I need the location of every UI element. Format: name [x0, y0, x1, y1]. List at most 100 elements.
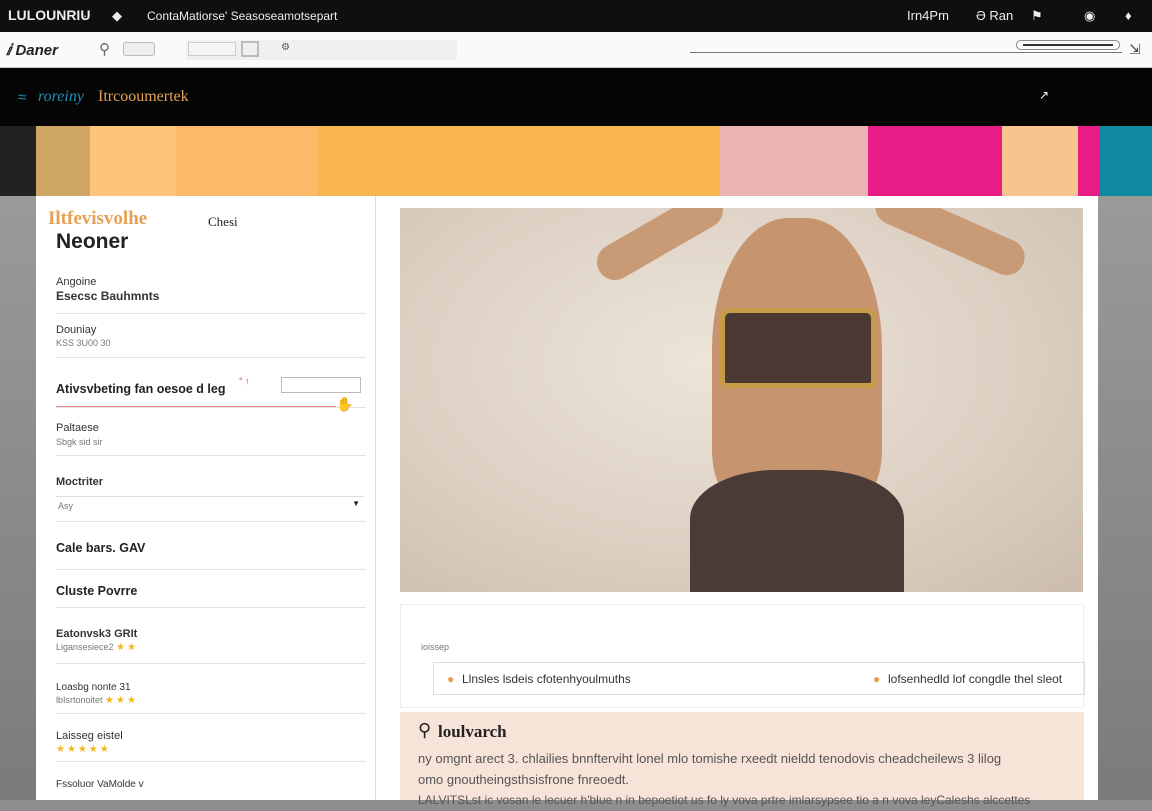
- figure-arm-right: [869, 208, 1031, 281]
- banner-stripe: [1078, 126, 1100, 196]
- list-item[interactable]: Cale bars. GAV: [56, 522, 366, 570]
- item-value: KSS 3U00 30: [56, 338, 111, 348]
- dropdown[interactable]: Asy ▼: [56, 496, 364, 514]
- bullet-icon[interactable]: ♦: [1125, 8, 1132, 23]
- paragraph-line: ny omgnt arect 3. chlailies bnnfterviht …: [418, 751, 1002, 766]
- item-label: Loasbg nonte 31: [56, 682, 131, 693]
- chevron-right-icon[interactable]: ⇲: [1129, 41, 1141, 58]
- section-title: loulvarch: [438, 722, 507, 741]
- app-name: LULOUNRIU: [8, 7, 91, 23]
- brand-tag: Chesi: [208, 214, 238, 229]
- nav-link-home[interactable]: roreiny: [38, 88, 84, 106]
- range-line: [56, 406, 336, 407]
- logo[interactable]: ⅈ Daner: [6, 41, 58, 59]
- filter-label: Ativsvbeting fan oesoe d leg: [56, 382, 226, 396]
- banner-stripe: [176, 126, 318, 196]
- external-arrow-icon[interactable]: ↗: [1039, 88, 1049, 102]
- paragraph-line: LALVITSLst ic vosan le lecuer h'blue n i…: [418, 793, 1031, 807]
- progress-line: [690, 52, 1122, 53]
- flag-icon[interactable]: ⚑: [1031, 8, 1043, 24]
- diamond-icon[interactable]: ◆: [112, 8, 122, 24]
- highlights-panel: ioissep ● Llnsles lsdeis cfotenhyoulmuth…: [400, 604, 1085, 708]
- search-icon: ⚲: [418, 720, 432, 740]
- highlight-right: lofsenhedld lof congdle thel sleot: [888, 672, 1063, 686]
- item-label: Douniay: [56, 324, 97, 336]
- chevron-down-icon[interactable]: ▼: [352, 499, 360, 508]
- filter-input[interactable]: [281, 377, 361, 393]
- figure-arm-left: [590, 208, 730, 287]
- brand-label: Iltfevisvolhe: [48, 208, 148, 229]
- banner-stripe: [1002, 126, 1078, 196]
- product-sidebar: Iltfevisvolhe Chesi Neoner Angoine Esecs…: [36, 196, 376, 800]
- leggings: [690, 470, 904, 592]
- logo-text: Daner: [15, 42, 58, 59]
- banner-stripe: [1100, 126, 1152, 196]
- bullet-icon: ●: [447, 672, 455, 686]
- highlight-left: Llnsles lsdeis cfotenhyoulmuths: [462, 672, 631, 686]
- list-item[interactable]: Douniay KSS 3U00 30: [56, 314, 366, 358]
- item-label: Cale bars. GAV: [56, 541, 146, 555]
- nav-link-brand[interactable]: Itrcooumertek: [98, 88, 189, 106]
- pin-icon[interactable]: ° ↑: [239, 376, 250, 386]
- highlights-tag: ioissep: [421, 642, 450, 652]
- tab-icon[interactable]: [188, 42, 236, 56]
- clock: Irn4Pm: [907, 8, 949, 23]
- list-item[interactable]: Eatonvsk3 GRIt Ligansesiece2 ★★: [56, 608, 366, 664]
- search-icon[interactable]: ⚲: [99, 40, 110, 58]
- item-value-text: Ligansesiece2: [56, 642, 114, 652]
- dropdown-value: Asy: [58, 501, 74, 511]
- page-title: Neoner: [56, 230, 129, 253]
- banner-stripe: [868, 126, 1002, 196]
- list-item[interactable]: Laisseg eistel ★★★★★: [56, 714, 366, 762]
- wave-icon: ≈: [18, 89, 27, 106]
- item-value: Ligansesiece2 ★★: [56, 642, 138, 653]
- toggle-icon[interactable]: [123, 42, 155, 56]
- address-bar[interactable]: ⚙: [186, 40, 457, 60]
- breadcrumb: ContaMatiorse' Seasoseamotsepart: [147, 9, 338, 23]
- item-value: Sbgk sid sir: [56, 437, 103, 447]
- status-text: Ə Ran: [976, 8, 1014, 23]
- list-item[interactable]: Paltaese Sbgk sid sir: [56, 408, 366, 456]
- item-label: Fssoluor VaMolde v: [56, 779, 144, 790]
- item-label: Paltaese: [56, 422, 99, 434]
- description-panel: ⚲ loulvarch ny omgnt arect 3. chlailies …: [400, 712, 1084, 807]
- item-value: Esecsc Bauhmnts: [56, 289, 160, 303]
- item-label: Laisseg eistel: [56, 730, 123, 742]
- rating-stars: ★★★★★: [56, 744, 111, 755]
- system-bar: LULOUNRIU · ◆ ContaMatiorse' Seasoseamot…: [0, 0, 1152, 32]
- banner-stripe: [36, 126, 90, 196]
- list-item[interactable]: Loasbg nonte 31 lbIsrtonoitet ★★★: [56, 664, 366, 714]
- banner-stripe: [720, 126, 868, 196]
- color-banner: [0, 126, 1152, 196]
- dot-icon: ·: [83, 8, 88, 23]
- banner-stripe: [90, 126, 176, 196]
- rating-stars: ★★: [116, 642, 138, 653]
- sports-bra: [720, 308, 876, 388]
- globe-icon[interactable]: ◉: [1084, 8, 1095, 24]
- paragraph-line: omo gnoutheingsthsisfrone fnreoedt.: [418, 772, 630, 787]
- browser-toolbar: ⅈ Daner ⚲ ⚙ ⇲: [0, 32, 1152, 68]
- item-label: Moctriter: [56, 476, 104, 488]
- item-value: lbIsrtonoitet ★★★: [56, 695, 138, 706]
- filter-row[interactable]: Ativsvbeting fan oesoe d leg ° ↑ ✋: [56, 358, 366, 412]
- slider[interactable]: [1016, 40, 1120, 50]
- bullet-icon: ●: [873, 672, 881, 686]
- dropdown-row[interactable]: Moctriter Asy ▼: [56, 456, 366, 522]
- list-item[interactable]: Cluste Povrre: [56, 570, 366, 608]
- list-item[interactable]: Fssoluor VaMolde v: [56, 762, 366, 800]
- product-image[interactable]: [400, 208, 1083, 592]
- item-value-text: lbIsrtonoitet: [56, 695, 103, 705]
- description-text: ny omgnt arect 3. chlailies bnnfterviht …: [418, 748, 1080, 811]
- rating-stars: ★★★: [105, 695, 138, 706]
- banner-stripe: [318, 126, 720, 196]
- item-label: Angoine: [56, 276, 97, 288]
- site-nav: ≈ roreiny Itrcooumertek ↗: [0, 68, 1152, 126]
- settings-icon[interactable]: ⚙: [281, 42, 290, 53]
- item-label: Cluste Povrre: [56, 584, 138, 598]
- item-label: Eatonvsk3 GRIt: [56, 628, 138, 640]
- bookmark-icon[interactable]: [241, 41, 259, 57]
- slider-track: [1023, 44, 1113, 46]
- highlight-box[interactable]: ● Llnsles lsdeis cfotenhyoulmuths ● lofs…: [433, 662, 1085, 695]
- product-main: ioissep ● Llnsles lsdeis cfotenhyoulmuth…: [376, 196, 1098, 807]
- list-item[interactable]: Angoine Esecsc Bauhmnts: [56, 270, 366, 314]
